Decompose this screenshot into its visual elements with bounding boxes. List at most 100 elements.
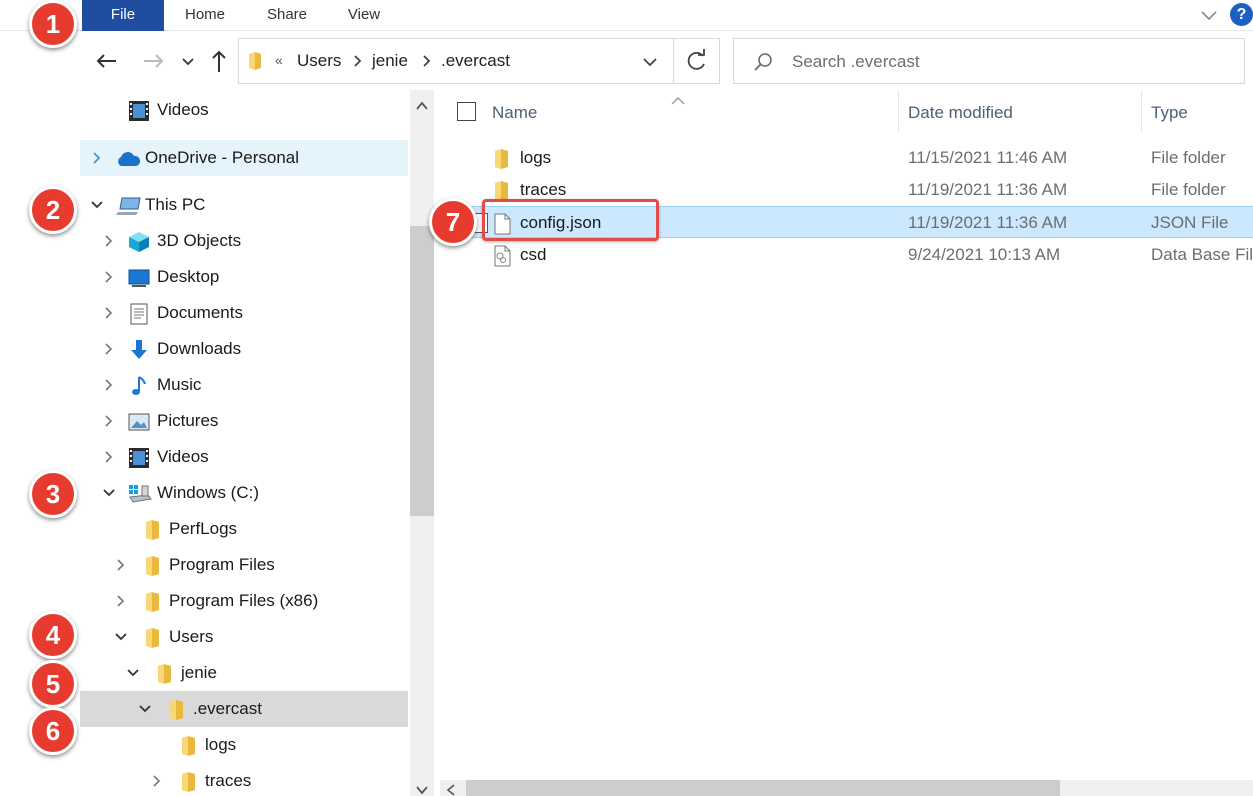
- annotation-badge-5: 5: [29, 660, 77, 708]
- nav-item-label: Program Files (x86): [169, 591, 319, 610]
- collapse-chevron-icon[interactable]: [113, 629, 129, 645]
- nav-item-traces[interactable]: traces: [80, 763, 408, 796]
- nav-item-program-files-x86[interactable]: Program Files (x86): [80, 583, 408, 619]
- address-dropdown-chevron-icon[interactable]: [641, 53, 659, 71]
- back-arrow-icon[interactable]: [92, 44, 122, 78]
- file-row-csd[interactable]: csd 9/24/2021 10:13 AM Data Base File: [440, 239, 1253, 271]
- nav-item-desktop[interactable]: Desktop: [80, 259, 408, 295]
- nav-item-jenie[interactable]: jenie: [80, 655, 408, 691]
- nav-item-3d-objects[interactable]: 3D Objects: [80, 223, 408, 259]
- up-arrow-icon[interactable]: [204, 44, 234, 78]
- search-box[interactable]: [733, 38, 1245, 84]
- expand-chevron-icon[interactable]: [149, 773, 165, 789]
- expand-chevron-icon[interactable]: [101, 377, 117, 393]
- nav-item-program-files[interactable]: Program Files: [80, 547, 408, 583]
- collapse-chevron-icon[interactable]: [101, 485, 117, 501]
- annotation-badge-3: 3: [29, 470, 77, 518]
- expand-chevron-icon[interactable]: [101, 449, 117, 465]
- breadcrumb-evercast[interactable]: .evercast: [441, 51, 510, 71]
- tab-view[interactable]: View: [336, 0, 392, 31]
- breadcrumb-jenie[interactable]: jenie: [372, 51, 408, 71]
- scrollbar-thumb[interactable]: [410, 226, 434, 516]
- column-header-name[interactable]: Name: [492, 103, 537, 123]
- nav-item-label: PerfLogs: [169, 519, 238, 538]
- column-divider[interactable]: [898, 90, 899, 132]
- annotation-badge-2: 2: [29, 186, 77, 234]
- file-name: logs: [520, 148, 552, 167]
- horizontal-scrollbar[interactable]: [440, 780, 1253, 796]
- nav-item-downloads[interactable]: Downloads: [80, 331, 408, 367]
- nav-item-windows-c[interactable]: Windows (C:): [80, 475, 408, 511]
- nav-item-this-pc[interactable]: This PC: [80, 187, 408, 223]
- tab-home[interactable]: Home: [172, 0, 238, 31]
- nav-pane-scrollbar[interactable]: [410, 90, 434, 796]
- expand-chevron-icon[interactable]: [113, 557, 129, 573]
- nav-item-logs[interactable]: logs: [80, 727, 408, 763]
- collapse-chevron-icon[interactable]: [137, 701, 153, 717]
- nav-item-label: Documents: [157, 303, 243, 322]
- nav-item-music[interactable]: Music: [80, 367, 408, 403]
- column-divider[interactable]: [1141, 90, 1142, 132]
- column-header-type[interactable]: Type: [1151, 103, 1188, 123]
- breadcrumb-separator-chevron-icon[interactable]: [422, 54, 432, 73]
- nav-item-documents[interactable]: Documents: [80, 295, 408, 331]
- desktop-icon: [128, 267, 150, 289]
- select-all-checkbox[interactable]: [457, 102, 476, 121]
- nav-item-videos[interactable]: Videos: [80, 439, 408, 475]
- nav-item-perflogs[interactable]: PerfLogs: [80, 511, 408, 547]
- recent-locations-chevron-icon[interactable]: [178, 44, 198, 78]
- folder-icon: [142, 555, 164, 577]
- nav-item-label: This PC: [145, 195, 206, 214]
- scroll-down-arrow-icon[interactable]: [416, 782, 428, 795]
- refresh-icon: [687, 49, 705, 70]
- column-header-row: Name Date modified Type: [440, 90, 1253, 136]
- database-file-icon: [492, 245, 512, 267]
- address-bar[interactable]: « Users jenie .evercast: [238, 38, 674, 84]
- breadcrumb-separator-chevron-icon[interactable]: [353, 54, 363, 73]
- tab-share[interactable]: Share: [256, 0, 318, 31]
- expand-ribbon-chevron-icon[interactable]: [1198, 4, 1220, 26]
- collapse-chevron-icon[interactable]: [89, 197, 105, 213]
- nav-item-users[interactable]: Users: [80, 619, 408, 655]
- tab-file[interactable]: File: [82, 0, 164, 31]
- scroll-left-arrow-icon[interactable]: [446, 783, 456, 796]
- annotation-badge-1: 1: [29, 0, 77, 48]
- expand-chevron-icon[interactable]: [89, 150, 105, 166]
- nav-item-label: Videos: [157, 100, 209, 119]
- nav-item-label: Desktop: [157, 267, 220, 286]
- nav-item-onedrive[interactable]: OneDrive - Personal: [80, 140, 408, 176]
- expand-chevron-icon[interactable]: [101, 341, 117, 357]
- breadcrumb-overflow[interactable]: «: [275, 52, 283, 68]
- folder-icon: [178, 771, 200, 793]
- forward-arrow-icon[interactable]: [138, 44, 168, 78]
- nav-item-evercast[interactable]: .evercast: [80, 691, 408, 727]
- search-icon: [752, 51, 774, 73]
- scrollbar-thumb[interactable]: [466, 780, 1060, 796]
- search-input[interactable]: [792, 49, 1232, 75]
- folder-icon: [154, 663, 176, 685]
- nav-item-pictures[interactable]: Pictures: [80, 403, 408, 439]
- file-list: Name Date modified Type logs 11/15/2021 …: [440, 90, 1253, 796]
- expand-chevron-icon[interactable]: [101, 413, 117, 429]
- collapse-chevron-icon[interactable]: [125, 665, 141, 681]
- scroll-up-arrow-icon[interactable]: [416, 98, 428, 110]
- refresh-button[interactable]: [674, 38, 720, 84]
- folder-icon: [142, 627, 164, 649]
- breadcrumb-users[interactable]: Users: [297, 51, 341, 71]
- expand-chevron-icon[interactable]: [101, 305, 117, 321]
- file-type: Data Base File: [1151, 245, 1253, 264]
- onedrive-cloud-icon: [115, 150, 141, 172]
- nav-item-label: Videos: [157, 447, 209, 466]
- music-icon: [128, 375, 150, 397]
- file-row-logs[interactable]: logs 11/15/2021 11:46 AM File folder: [440, 142, 1253, 174]
- expand-chevron-icon[interactable]: [101, 233, 117, 249]
- column-header-date-modified[interactable]: Date modified: [908, 103, 1013, 123]
- nav-item-label: logs: [205, 735, 237, 754]
- nav-item-label: Pictures: [157, 411, 219, 430]
- expand-chevron-icon[interactable]: [101, 269, 117, 285]
- expand-chevron-icon[interactable]: [113, 593, 129, 609]
- nav-item-videos-top[interactable]: Videos: [80, 92, 408, 128]
- folder-icon: [492, 148, 512, 170]
- file-name: traces: [520, 180, 567, 199]
- help-icon[interactable]: ?: [1230, 3, 1253, 26]
